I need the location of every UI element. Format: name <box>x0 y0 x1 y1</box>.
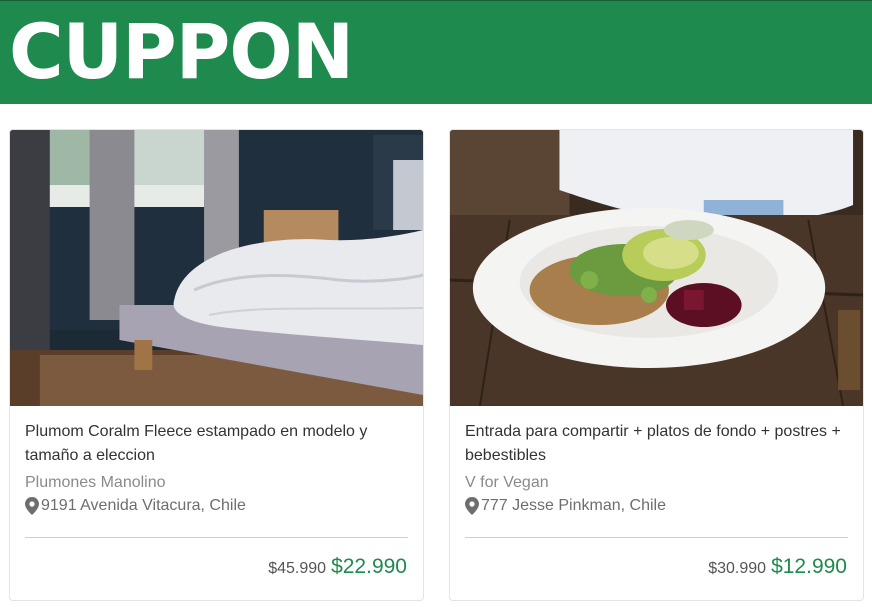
deal-location: 9191 Avenida Vitacura, Chile <box>25 494 408 518</box>
map-marker-icon <box>25 497 39 515</box>
card-divider <box>25 537 408 538</box>
map-marker-icon <box>465 497 479 515</box>
site-logo[interactable]: CUPPON <box>9 7 354 97</box>
merchant-name: V for Vegan <box>465 474 549 491</box>
deal-image-bedroom[interactable] <box>10 130 423 406</box>
deal-location: 777 Jesse Pinkman, Chile <box>465 494 848 518</box>
salad-bowl-photo <box>450 130 863 406</box>
price-row: $45.990 $22.990 <box>268 555 407 579</box>
deal-card[interactable]: Entrada para compartir + platos de fondo… <box>449 129 864 601</box>
deal-title[interactable]: Plumom Coralm Fleece estampado en modelo… <box>25 420 408 468</box>
location-text: 9191 Avenida Vitacura, Chile <box>41 497 246 514</box>
location-text: 777 Jesse Pinkman, Chile <box>481 497 666 514</box>
deal-image-salad[interactable] <box>450 130 863 406</box>
original-price: $45.990 <box>268 560 327 577</box>
card-divider <box>465 537 848 538</box>
price-row: $30.990 $12.990 <box>708 555 847 579</box>
deal-card[interactable]: Plumom Coralm Fleece estampado en modelo… <box>9 129 424 601</box>
bedroom-photo <box>10 130 423 406</box>
discount-price: $22.990 <box>331 555 407 578</box>
deal-title[interactable]: Entrada para compartir + platos de fondo… <box>465 420 848 468</box>
original-price: $30.990 <box>708 560 767 577</box>
discount-price: $12.990 <box>771 555 847 578</box>
merchant-name: Plumones Manolino <box>25 474 166 491</box>
site-header: CUPPON <box>0 0 872 104</box>
